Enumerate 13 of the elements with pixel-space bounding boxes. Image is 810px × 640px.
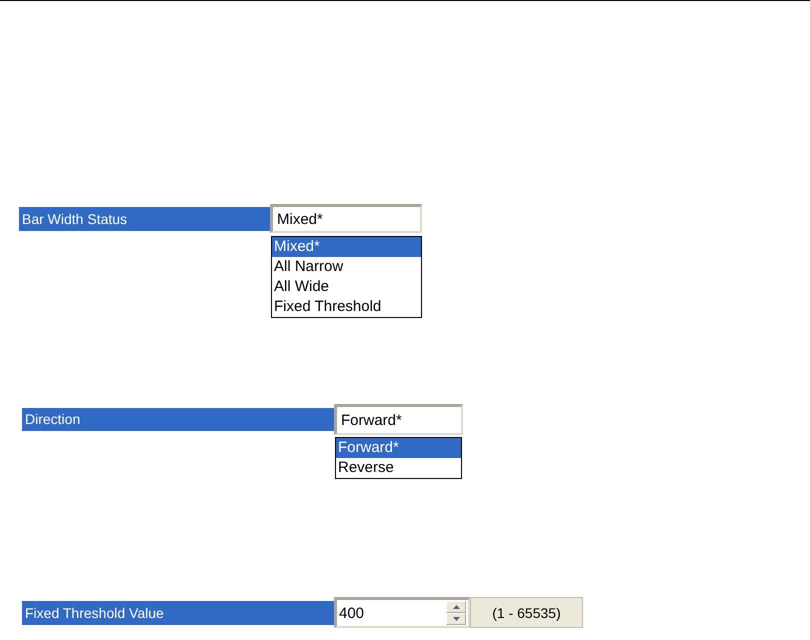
field-label: Direction xyxy=(22,408,334,431)
range-label: (1 - 65535) xyxy=(470,597,583,628)
caret-down-icon xyxy=(452,617,460,621)
dropdown-field[interactable]: Forward* xyxy=(334,404,463,435)
number-field[interactable]: 400 xyxy=(337,600,446,626)
list-option[interactable]: Forward* xyxy=(336,438,461,458)
field-label: Fixed Threshold Value xyxy=(22,600,334,624)
list-option[interactable]: Mixed* xyxy=(272,237,421,257)
spin-up-button[interactable] xyxy=(446,601,466,613)
field-label: Bar Width Status xyxy=(19,206,270,230)
caret-up-icon xyxy=(452,605,460,609)
dropdown-field[interactable]: Mixed* xyxy=(270,204,422,233)
spin-down-button[interactable] xyxy=(446,613,466,625)
